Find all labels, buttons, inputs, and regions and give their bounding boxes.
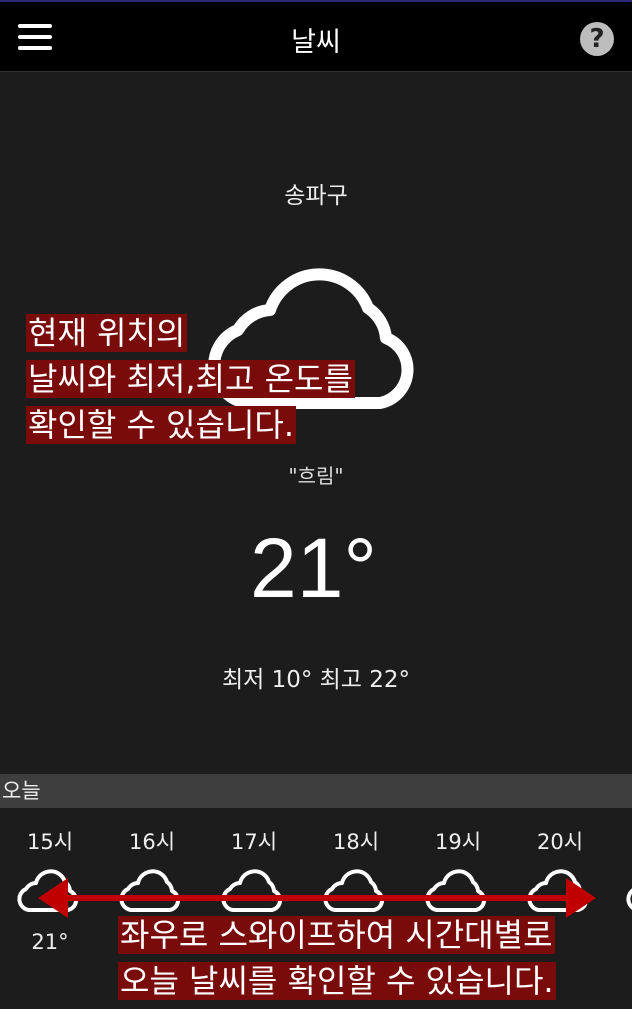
help-icon[interactable]: ? <box>580 22 614 56</box>
hour-label: 19시 <box>434 830 482 854</box>
location-label: 송파구 <box>284 183 348 209</box>
top-app-bar: 날씨 ? <box>0 0 632 72</box>
page-title: 날씨 <box>291 27 341 58</box>
tutorial-callout-current: 현재 위치의 날씨와 최저,최고 온도를 확인할 수 있습니다. <box>26 310 355 448</box>
current-temperature: 21° <box>250 521 378 615</box>
min-max-temperature: 최저 10° 최고 22° <box>221 667 411 693</box>
hour-label: 16시 <box>128 830 176 854</box>
callout-line: 확인할 수 있습니다. <box>26 406 297 444</box>
hour-label: 15시 <box>26 830 74 854</box>
weather-condition: "흐림" <box>288 464 344 488</box>
callout-line: 현재 위치의 <box>26 314 188 352</box>
today-section-header: 오늘 <box>0 774 632 808</box>
callout-line: 날씨와 최저,최고 온도를 <box>26 360 355 398</box>
cloud-icon <box>626 888 632 910</box>
callout-line: 좌우로 스와이프하여 시간대별로 <box>118 916 555 954</box>
hour-temperature: 21° <box>31 930 69 954</box>
hour-label: 20시 <box>536 830 584 854</box>
callout-line: 오늘 날씨를 확인할 수 있습니다. <box>118 962 556 1000</box>
hour-label: 17시 <box>230 830 278 854</box>
tutorial-callout-swipe: 좌우로 스와이프하여 시간대별로 오늘 날씨를 확인할 수 있습니다. <box>118 912 556 1004</box>
hour-label: 18시 <box>332 830 380 854</box>
